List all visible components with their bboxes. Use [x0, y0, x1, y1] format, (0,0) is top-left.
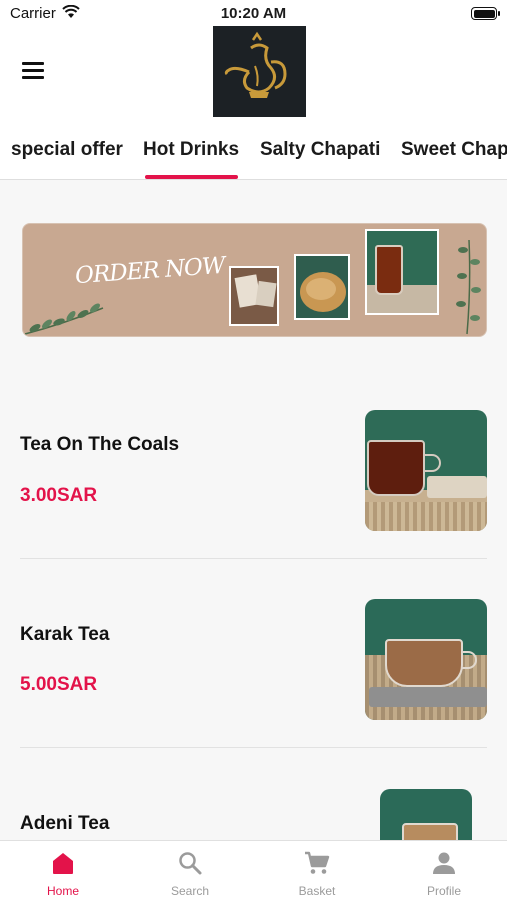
- product-item-karak-tea[interactable]: Karak Tea 5.00SAR: [0, 560, 507, 749]
- nav-basket[interactable]: Basket: [254, 841, 380, 900]
- order-now-banner[interactable]: ORDER NOW: [22, 223, 487, 337]
- order-now-text: ORDER NOW: [74, 252, 226, 290]
- home-icon: [53, 853, 73, 874]
- product-image: [365, 410, 487, 531]
- status-time: 10:20 AM: [220, 5, 287, 22]
- tab-special-offer[interactable]: special offer: [11, 139, 123, 161]
- product-price: 5.00SAR: [20, 674, 98, 695]
- cart-icon: [305, 851, 330, 874]
- product-name: Tea On The Coals: [20, 434, 180, 455]
- list-divider: [20, 558, 487, 559]
- category-tabs: special offer Hot Drinks Salty Chapati S…: [0, 120, 507, 180]
- nav-label: Search: [170, 884, 210, 898]
- eucalyptus-decoration-icon: [456, 239, 481, 335]
- bottom-navigation: Home Search Basket Profile: [0, 840, 507, 900]
- search-icon: [179, 852, 202, 875]
- nav-label: Profile: [426, 884, 461, 898]
- list-divider: [20, 747, 487, 748]
- tab-salty-chapati[interactable]: Salty Chapati: [260, 139, 380, 161]
- product-name: Karak Tea: [20, 624, 110, 645]
- tea-photo-thumbnail: [365, 229, 439, 315]
- nav-label: Basket: [298, 884, 336, 898]
- product-image: [365, 599, 487, 720]
- tab-hot-drinks[interactable]: Hot Drinks: [143, 139, 239, 161]
- status-bar: Carrier 10:20 AM: [0, 0, 507, 28]
- food-photo-thumbnail: [229, 266, 279, 326]
- app-header: [0, 26, 507, 120]
- leaf-decoration-icon: [24, 303, 104, 335]
- dallah-coffee-pot-logo: [213, 26, 306, 117]
- product-name: Adeni Tea: [20, 813, 110, 834]
- nav-home[interactable]: Home: [0, 841, 126, 900]
- nav-search[interactable]: Search: [127, 841, 253, 900]
- active-tab-indicator: [145, 175, 238, 179]
- hamburger-menu-icon[interactable]: [22, 62, 48, 80]
- profile-icon: [433, 852, 455, 874]
- tab-sweet-chapati[interactable]: Sweet Chap: [401, 139, 507, 161]
- battery-icon: [471, 7, 500, 20]
- nav-profile[interactable]: Profile: [381, 841, 507, 900]
- product-price: 3.00SAR: [20, 485, 98, 506]
- product-item-tea-on-the-coals[interactable]: Tea On The Coals 3.00SAR: [0, 370, 507, 559]
- nav-label: Home: [46, 884, 79, 898]
- chapati-photo-thumbnail: [294, 254, 350, 320]
